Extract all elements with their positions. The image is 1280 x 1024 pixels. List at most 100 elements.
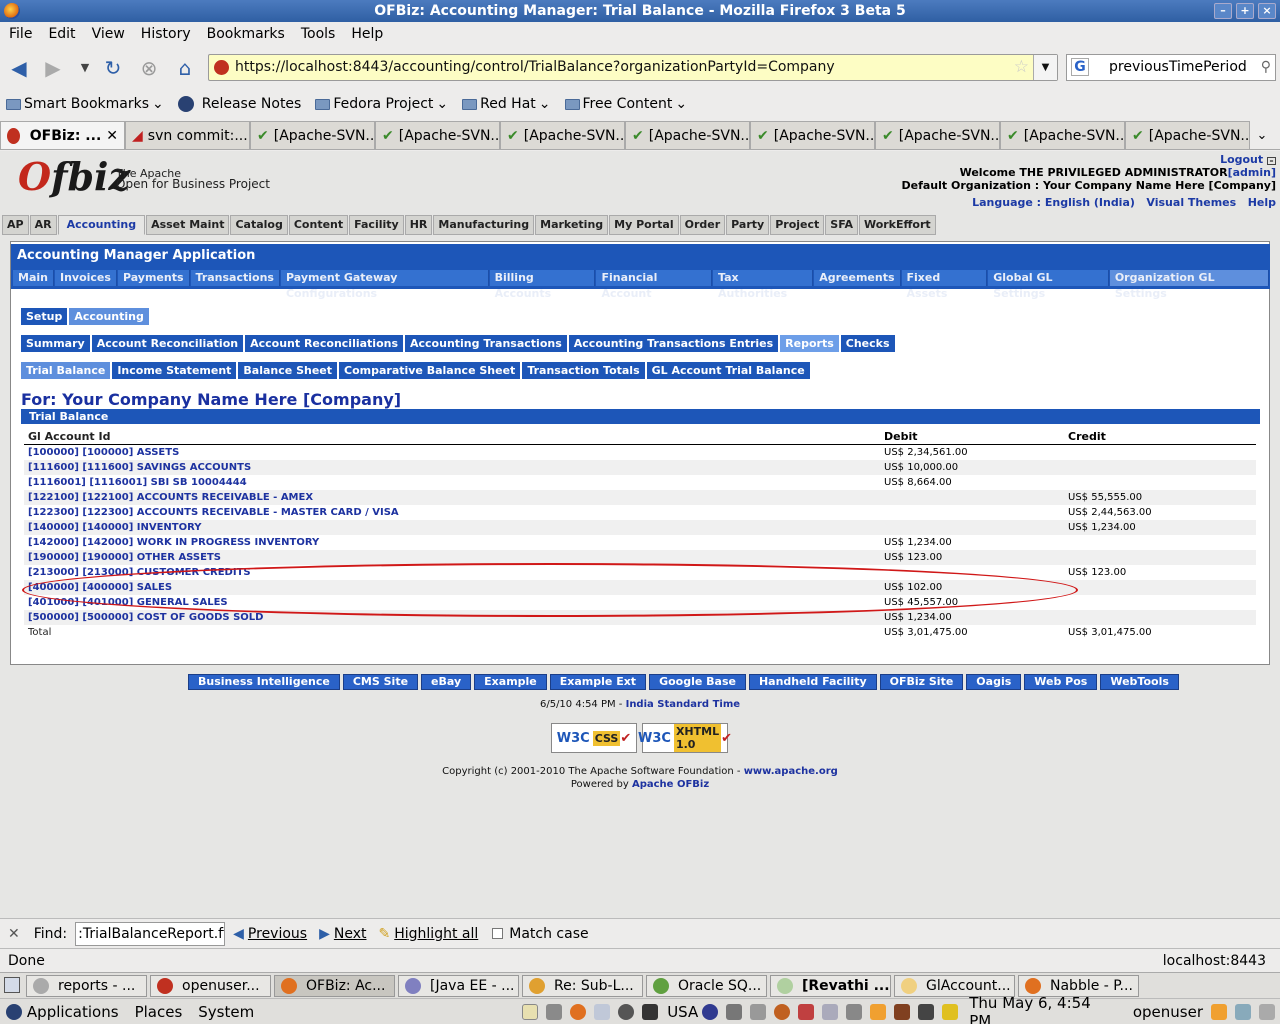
search-bar[interactable]: G previousTimePeriod ⚲ — [1066, 54, 1276, 81]
system-menu[interactable]: System — [198, 1003, 254, 1021]
site-identity-icon[interactable] — [214, 60, 229, 75]
w3c-css-badge[interactable]: W3C CSS ✔ — [551, 723, 637, 753]
report-balance-sheet[interactable]: Balance Sheet — [238, 362, 337, 379]
gimp-icon[interactable] — [726, 1003, 743, 1020]
app-tab-accounting[interactable]: Accounting — [57, 215, 146, 235]
acct-account-reconciliation[interactable]: Account Reconciliation — [91, 335, 244, 352]
gl-account-link[interactable]: [142000] [142000] WORK IN PROGRESS INVEN… — [24, 535, 884, 550]
back-icon[interactable]: ◀ — [6, 56, 32, 80]
footer-link-example-ext[interactable]: Example Ext — [549, 674, 647, 690]
url-dropdown-icon[interactable]: ▼ — [1033, 55, 1057, 80]
clock[interactable]: Thu May 6, 4:54 PM — [969, 994, 1117, 1024]
notes-icon[interactable] — [522, 1003, 539, 1020]
app-icon[interactable] — [942, 1003, 959, 1020]
acct-accounting-transactions-entries[interactable]: Accounting Transactions Entries — [568, 335, 779, 352]
browser-tab[interactable]: ✔ [Apache-SVN... — [625, 121, 750, 149]
nav-agreements[interactable]: Agreements — [814, 270, 901, 286]
app-icon[interactable] — [870, 1003, 887, 1020]
app-tab-workeffort[interactable]: WorkEffort — [858, 215, 936, 235]
app-tab-hr[interactable]: HR — [404, 215, 433, 235]
applications-menu[interactable]: Applications — [27, 1003, 119, 1021]
chat-icon[interactable] — [1211, 1003, 1227, 1020]
user-name[interactable]: openuser — [1133, 1003, 1203, 1021]
browser-tab[interactable]: ✔ [Apache-SVN... — [375, 121, 500, 149]
menu-file[interactable]: File — [4, 26, 37, 42]
show-desktop-icon[interactable] — [4, 977, 20, 993]
logout-link[interactable]: Logout — [1220, 153, 1263, 166]
reload-icon[interactable]: ↻ — [100, 56, 126, 80]
footer-link-ebay[interactable]: eBay — [421, 674, 472, 690]
bookmark-free-content[interactable]: Free Content ⌄ — [564, 96, 687, 112]
w3c-xhtml-badge[interactable]: W3C XHTML 1.0 ✔ — [638, 723, 732, 753]
app-tab-facility[interactable]: Facility — [349, 215, 404, 235]
app-tab-manufacturing[interactable]: Manufacturing — [433, 215, 535, 235]
nav-fixed-assets[interactable]: Fixed Assets — [901, 270, 988, 300]
find-input[interactable] — [75, 921, 226, 946]
nav-payment-gateway-configurations[interactable]: Payment Gateway Configurations — [280, 270, 489, 300]
report-income-statement[interactable]: Income Statement — [112, 362, 237, 379]
app-icon[interactable] — [774, 1003, 791, 1020]
setup-setup[interactable]: Setup — [21, 308, 68, 325]
help-link[interactable]: Help — [1248, 196, 1276, 209]
browser-tab[interactable]: ✔ [Apache-SVN... — [1125, 121, 1250, 149]
app-tab-order[interactable]: Order — [679, 215, 726, 235]
app-icon[interactable] — [798, 1003, 815, 1020]
app-tab-party[interactable]: Party — [726, 215, 770, 235]
bookmark-release-notes[interactable]: Release Notes — [177, 96, 301, 112]
settings-icon[interactable] — [750, 1003, 767, 1020]
bookmark-smart[interactable]: Smart Bookmarks ⌄ — [6, 96, 164, 112]
app-tab-ap[interactable]: AP — [2, 215, 29, 235]
bookmark-star-icon[interactable]: ☆ — [1014, 55, 1029, 80]
close-find-icon[interactable]: ✕ — [8, 926, 20, 942]
app-tab-asset-maint[interactable]: Asset Maint — [146, 215, 230, 235]
footer-link-handheld-facility[interactable]: Handheld Facility — [748, 674, 877, 690]
keyboard-locale[interactable]: USA — [667, 1003, 698, 1021]
footer-link-webtools[interactable]: WebTools — [1100, 674, 1179, 690]
footer-link-web-pos[interactable]: Web Pos — [1024, 674, 1098, 690]
gl-account-link[interactable]: [122300] [122300] ACCOUNTS RECEIVABLE - … — [24, 505, 884, 520]
mail-icon[interactable] — [594, 1003, 611, 1020]
gl-account-link[interactable]: [111600] [111600] SAVINGS ACCOUNTS — [24, 460, 884, 475]
visual-themes-link[interactable]: Visual Themes — [1146, 196, 1236, 209]
app-tab-marketing[interactable]: Marketing — [535, 215, 609, 235]
app-tab-my-portal[interactable]: My Portal — [609, 215, 679, 235]
app-icon[interactable] — [822, 1003, 839, 1020]
nav-organization-gl-settings[interactable]: Organization GL Settings — [1109, 270, 1269, 300]
nav-payments[interactable]: Payments — [117, 270, 190, 286]
taskbar-window-button[interactable]: openuser... — [150, 974, 271, 997]
acct-checks[interactable]: Checks — [840, 335, 895, 352]
minimize-button[interactable]: – — [1214, 3, 1232, 19]
apache-link[interactable]: www.apache.org — [744, 766, 838, 777]
nav-billing-accounts[interactable]: Billing Accounts — [489, 270, 596, 300]
gl-account-link[interactable]: [140000] [140000] INVENTORY — [24, 520, 884, 535]
admin-link[interactable]: [admin] — [1228, 166, 1276, 179]
bookmark-red-hat[interactable]: Red Hat ⌄ — [462, 96, 551, 112]
footer-link-example[interactable]: Example — [474, 674, 547, 690]
menu-bookmarks[interactable]: Bookmarks — [202, 26, 290, 42]
footer-link-cms-site[interactable]: CMS Site — [342, 674, 419, 690]
taskbar-window-button[interactable]: Re: Sub-L... — [522, 974, 643, 997]
forward-icon[interactable]: ▶ — [40, 56, 66, 80]
report-gl-account-trial-balance[interactable]: GL Account Trial Balance — [646, 362, 810, 379]
gl-account-link[interactable]: [122100] [122100] ACCOUNTS RECEIVABLE - … — [24, 490, 884, 505]
menu-history[interactable]: History — [136, 26, 196, 42]
app-tab-content[interactable]: Content — [288, 215, 349, 235]
acct-account-reconciliations[interactable]: Account Reconciliations — [245, 335, 403, 352]
find-next-button[interactable]: ▶ Next — [319, 926, 366, 942]
collapse-icon[interactable]: – — [1267, 157, 1276, 165]
app-tab-sfa[interactable]: SFA — [825, 215, 858, 235]
java-icon[interactable] — [894, 1003, 911, 1020]
search-icon[interactable]: ⚲ — [1261, 55, 1271, 80]
menu-edit[interactable]: Edit — [43, 26, 80, 42]
report-comparative-balance-sheet[interactable]: Comparative Balance Sheet — [339, 362, 521, 379]
tab-list-icon[interactable]: ⌄ — [1250, 128, 1274, 143]
setup-accounting[interactable]: Accounting — [69, 308, 149, 325]
close-tab-icon[interactable]: ✕ — [106, 123, 118, 149]
browser-tab[interactable]: ✔ [Apache-SVN... — [750, 121, 875, 149]
app-tab-ar[interactable]: AR — [29, 215, 57, 235]
menu-tools[interactable]: Tools — [296, 26, 341, 42]
find-previous-button[interactable]: ◀ Previous — [233, 926, 307, 942]
maximize-button[interactable]: + — [1236, 3, 1254, 19]
footer-link-business-intelligence[interactable]: Business Intelligence — [188, 674, 340, 690]
url-bar[interactable]: https://localhost:8443/accounting/contro… — [208, 54, 1058, 81]
